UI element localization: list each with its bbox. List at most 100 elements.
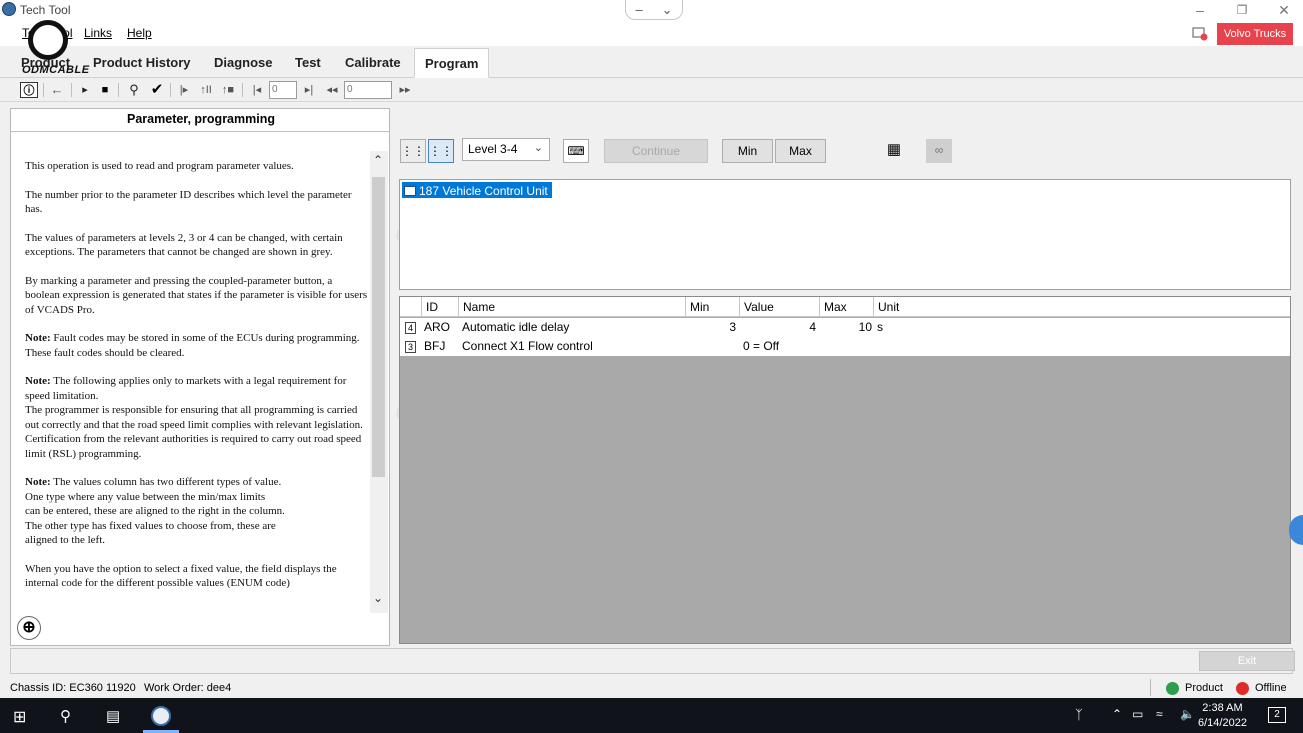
tab-program[interactable]: Program [414, 48, 490, 78]
divider [11, 131, 389, 132]
help-paragraph: When you have the option to select a fix… [25, 562, 337, 590]
column-min[interactable]: Min [686, 297, 740, 317]
rewind-icon[interactable]: ◂◂ [324, 82, 340, 98]
exit-button[interactable]: Exit [1199, 651, 1295, 671]
column-max[interactable]: Max [820, 297, 874, 317]
tab-calibrate[interactable]: Calibrate [345, 55, 401, 70]
ecu-icon [404, 185, 416, 196]
level-select-value: Level 3-4 [468, 142, 518, 156]
feedback-icon[interactable] [1192, 27, 1208, 41]
param-name: Automatic idle delay [462, 320, 570, 334]
link-icon[interactable]: ∞ [926, 139, 952, 163]
param-value[interactable]: 0 = Off [743, 337, 779, 356]
divider [1150, 679, 1151, 696]
scroll-thumb[interactable] [372, 177, 385, 477]
help-note: Note: The values column has two differen… [25, 476, 285, 546]
param-unit: s [877, 320, 883, 334]
column-id[interactable]: ID [422, 297, 459, 317]
param-value[interactable]: 4 [740, 318, 816, 337]
clock-time: 2:38 AM [1202, 702, 1243, 714]
restore-button[interactable]: ❐ [1222, 0, 1262, 20]
task-view-icon[interactable]: ▤ [106, 707, 120, 725]
tab-bar: Product Product History Diagnose Test Ca… [0, 46, 1303, 78]
inspect-icon[interactable]: ⚲ [125, 82, 143, 98]
help-note: Note: The following applies only to mark… [25, 375, 363, 460]
param-id: ARO [424, 320, 451, 334]
step-pause-icon[interactable]: ↑II [198, 82, 214, 98]
windows-taskbar: ⊞ ⚲ ▤ ᛉ ⌃ ▭ ≈ 🔈 2:38 AM 6/14/2022 2 [0, 698, 1303, 733]
column-value[interactable]: Value [740, 297, 820, 317]
scroll-down-icon[interactable]: ⌄ [373, 591, 383, 605]
product-status-icon [1166, 682, 1179, 695]
divider [242, 83, 243, 97]
first-step-icon[interactable]: |◂ [250, 82, 264, 98]
check-icon[interactable]: ✔ [148, 82, 166, 98]
chevron-down-icon[interactable]: ⌄ [662, 2, 673, 18]
chassis-id: Chassis ID: EC360 11920 [10, 682, 136, 694]
close-button[interactable]: ✕ [1264, 0, 1303, 20]
parameter-table: ID Name Min Value Max Unit 4 ARO Automat… [399, 296, 1291, 644]
info-button[interactable]: ⓘ [20, 82, 38, 98]
people-icon[interactable]: ᛉ [1075, 707, 1083, 722]
forward-icon[interactable]: ▸▸ [397, 82, 413, 98]
tab-diagnose[interactable]: Diagnose [214, 55, 273, 70]
divider [170, 83, 171, 97]
tab-test[interactable]: Test [295, 55, 321, 70]
app-icon [2, 2, 16, 16]
menu-help[interactable]: Help [127, 26, 152, 40]
help-paragraph: By marking a parameter and pressing the … [25, 274, 368, 316]
step-number-input[interactable]: 0 [269, 81, 297, 99]
volume-icon[interactable]: 🔈 [1180, 707, 1195, 721]
select-all-button[interactable]: ⋮⋮ [400, 139, 426, 163]
action-bar [10, 648, 1293, 674]
offline-status-label: Offline [1255, 682, 1287, 694]
continue-button[interactable]: Continue [604, 139, 708, 163]
stop-icon[interactable]: ■ [98, 82, 112, 98]
ecu-item[interactable]: 187 Vehicle Control Unit [402, 182, 552, 198]
back-arrow-icon[interactable]: ← [48, 82, 66, 98]
scroll-up-icon[interactable]: ⌃ [373, 153, 383, 167]
column-name[interactable]: Name [459, 297, 686, 317]
table-view-icon[interactable]: ▦ [880, 139, 908, 163]
snap-controls[interactable]: – ⌄ [625, 0, 683, 20]
param-id: BFJ [424, 339, 446, 353]
window-title: Tech Tool [20, 3, 71, 17]
notifications-icon[interactable]: 2 [1268, 707, 1286, 723]
last-step-icon[interactable]: ▸| [302, 82, 316, 98]
column-unit[interactable]: Unit [874, 297, 1290, 317]
tab-product-history[interactable]: Product History [93, 55, 191, 70]
step-stop-icon[interactable]: ↑■ [220, 82, 236, 98]
step-icon[interactable]: |▸ [176, 82, 192, 98]
gear-icon [28, 20, 68, 60]
play-icon[interactable]: ▸ [78, 82, 92, 98]
param-min: 3 [729, 320, 736, 334]
work-order: Work Order: dee4 [144, 682, 232, 694]
help-scrollbar[interactable]: ⌃ ⌄ [370, 151, 388, 613]
minimize-button[interactable]: – [1180, 0, 1220, 20]
status-bar: Chassis ID: EC360 11920 Work Order: dee4… [0, 677, 1303, 698]
product-status-label: Product [1185, 682, 1223, 694]
battery-icon[interactable]: ▭ [1132, 707, 1143, 721]
column-level[interactable] [400, 297, 422, 317]
system-clock[interactable]: 2:38 AM 6/14/2022 [1198, 701, 1247, 731]
ecu-label: 187 Vehicle Control Unit [419, 183, 548, 198]
param-max [820, 337, 872, 356]
level-select[interactable]: Level 3-4 ⌄ [462, 138, 550, 161]
level-badge: 3 [405, 341, 416, 353]
zoom-icon[interactable]: ⊕ [17, 616, 41, 640]
table-row[interactable]: 4 ARO Automatic idle delay 3 4 10 s [400, 318, 1290, 337]
search-icon[interactable]: ⚲ [60, 707, 71, 725]
tray-chevron-icon[interactable]: ⌃ [1112, 707, 1122, 721]
max-button[interactable]: Max [775, 139, 826, 163]
min-button[interactable]: Min [722, 139, 773, 163]
wifi-icon[interactable]: ≈ [1156, 707, 1163, 721]
goto-number-input[interactable]: 0 [344, 81, 392, 99]
coupled-parameter-button[interactable]: ⋮⋮ [428, 139, 454, 163]
upload-button[interactable]: ⌨ [563, 139, 589, 163]
table-row[interactable]: 3 BFJ Connect X1 Flow control 0 = Off [400, 337, 1290, 356]
param-min [686, 337, 736, 356]
windows-start-icon[interactable]: ⊞ [13, 707, 26, 727]
side-panel-toggle[interactable] [1289, 515, 1303, 545]
tech-tool-taskbar-icon[interactable] [151, 706, 171, 726]
minimize-pill-icon[interactable]: – [635, 2, 642, 17]
